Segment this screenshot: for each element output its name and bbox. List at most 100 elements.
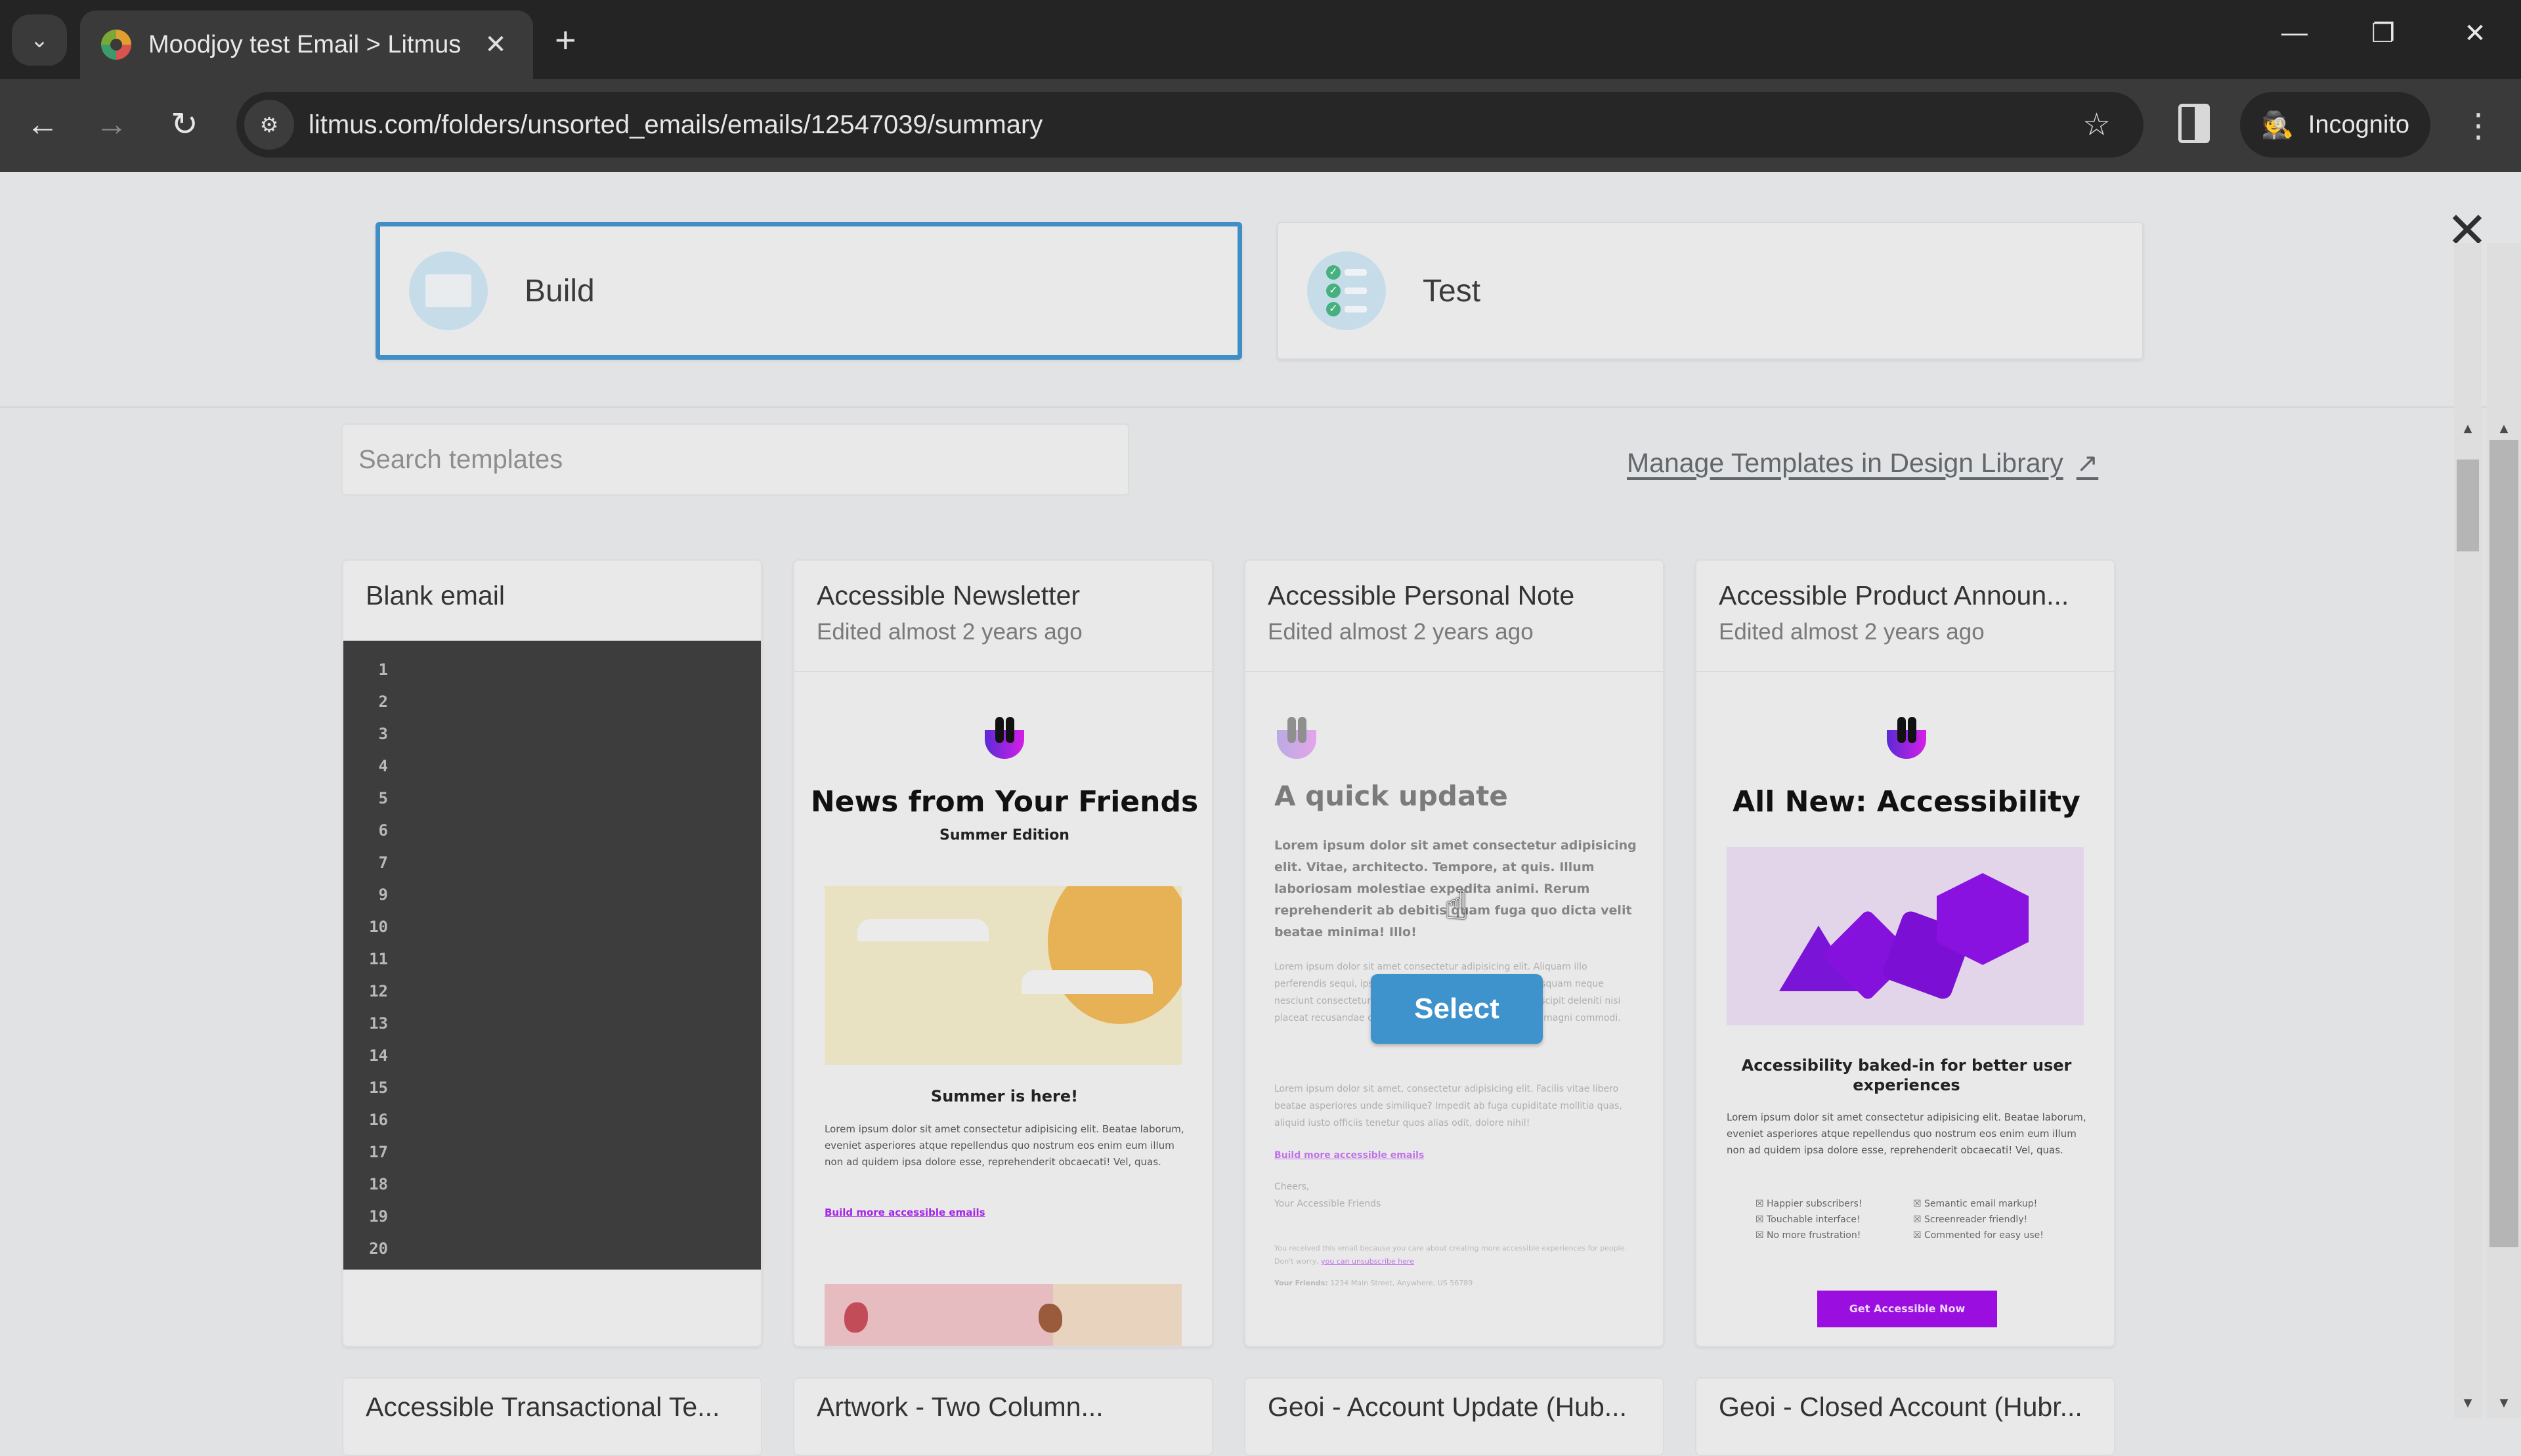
- address-label: Your Friends:: [1274, 1279, 1328, 1287]
- unsubscribe-link: you can unsubscribe here: [1321, 1257, 1415, 1266]
- scroll-down-arrow-icon[interactable]: ▼: [2487, 1394, 2521, 1411]
- line-number: 6: [378, 821, 388, 840]
- feature-item: ☒ Touchable interface!: [1756, 1214, 1861, 1225]
- address-bar[interactable]: ⚙ litmus.com/folders/unsorted_emails/ema…: [236, 92, 2144, 158]
- template-list-scrollbar[interactable]: ▲ ▼: [2454, 243, 2482, 1418]
- preview-cta-button: Get Accessible Now: [1817, 1291, 1997, 1327]
- line-number: 1: [378, 660, 388, 679]
- line-number: 7: [378, 853, 388, 872]
- preview-signoff: Cheers,: [1274, 1182, 1310, 1192]
- preview-address: Your Friends: 1234 Main Street, Anywhere…: [1274, 1275, 1473, 1291]
- line-number: 13: [369, 1014, 388, 1033]
- browser-menu-button[interactable]: ⋮: [2462, 102, 2495, 148]
- tune-icon: ⚙: [259, 113, 279, 137]
- scrollbar-thumb[interactable]: [2489, 440, 2518, 1247]
- summer-illustration: [825, 886, 1182, 1065]
- preview-body: Lorem ipsum dolor sit amet consectetur a…: [1727, 1111, 2086, 1156]
- template-card-blank-email[interactable]: Blank email 1 2 3 4 5 6 7 9 10 11 12 13 14 15 16 17 18 19…: [342, 559, 762, 1347]
- test-mode-label: Test: [1423, 273, 1481, 309]
- feature-item: ☒ Semantic email markup!: [1913, 1199, 2038, 1209]
- envelope-icon: [409, 251, 488, 330]
- forward-button[interactable]: →: [89, 105, 135, 143]
- card-title: Accessible Personal Note: [1268, 580, 1575, 610]
- arrow-right-icon: →: [95, 106, 128, 142]
- mascot-logo-icon: [985, 717, 1024, 759]
- manage-templates-link[interactable]: Manage Templates in Design Library ↗: [1627, 448, 2098, 479]
- browser-tab-active[interactable]: Moodjoy test Email > Litmus ✕: [80, 11, 533, 79]
- line-number: 18: [369, 1175, 388, 1193]
- side-panel-icon[interactable]: [2178, 104, 2210, 143]
- url-text[interactable]: litmus.com/folders/unsorted_emails/email…: [309, 110, 2082, 140]
- feature-item: ☒ No more frustration!: [1756, 1230, 1861, 1241]
- site-info-button[interactable]: ⚙: [244, 100, 294, 150]
- reload-button[interactable]: ↻: [162, 105, 207, 143]
- card-header: Accessible Product Announ... Edited almo…: [1696, 561, 2114, 672]
- feature-item: ☒ Commented for easy use!: [1913, 1230, 2044, 1241]
- template-card-accessible-product-announcement[interactable]: Accessible Product Announ... Edited almo…: [1695, 559, 2115, 1347]
- card-header: Blank email: [343, 561, 761, 641]
- card-edited-date: Edited almost 2 years ago: [817, 619, 1083, 645]
- scrollbar-thumb[interactable]: [2457, 460, 2479, 551]
- preview-link: Build more accessible emails: [1274, 1150, 1425, 1161]
- card-title: Blank email: [366, 580, 505, 610]
- tab-close-button[interactable]: ✕: [479, 30, 512, 60]
- back-button[interactable]: ←: [20, 105, 66, 143]
- search-templates-input[interactable]: [341, 423, 1129, 496]
- card-title: Accessible Product Announ...: [1719, 580, 2069, 610]
- line-number: 4: [378, 757, 388, 775]
- autumn-illustration: [825, 1284, 1182, 1346]
- new-tab-button[interactable]: +: [555, 18, 576, 61]
- line-number: 17: [369, 1143, 388, 1161]
- incognito-label: Incognito: [2308, 110, 2410, 139]
- line-number: 14: [369, 1046, 388, 1065]
- tab-search-button[interactable]: ⌄: [12, 14, 67, 66]
- template-card[interactable]: Geoi - Closed Account (Hubr...: [1695, 1377, 2115, 1456]
- line-number: 19: [369, 1207, 388, 1226]
- mascot-logo-icon: [1887, 717, 1926, 759]
- line-number: 5: [378, 789, 388, 807]
- line-number: 3: [378, 725, 388, 743]
- restore-button[interactable]: ❐: [2363, 18, 2403, 49]
- card-header: Accessible Newsletter Edited almost 2 ye…: [794, 561, 1212, 672]
- line-number: 20: [369, 1239, 388, 1258]
- line-number: 15: [369, 1079, 388, 1097]
- card-edited-date: Edited almost 2 years ago: [1268, 619, 1534, 645]
- preview-body: Lorem ipsum dolor sit amet consectetur a…: [825, 1123, 1184, 1168]
- line-number: 16: [369, 1111, 388, 1129]
- template-card-accessible-personal-note[interactable]: Accessible Personal Note Edited almost 2…: [1244, 559, 1664, 1347]
- select-template-button[interactable]: Select: [1371, 974, 1543, 1044]
- preview-body-2: Lorem ipsum dolor sit amet, consectetur …: [1274, 1084, 1622, 1128]
- template-card[interactable]: Geoi - Account Update (Hub...: [1244, 1377, 1664, 1456]
- incognito-indicator[interactable]: 🕵 Incognito: [2240, 92, 2430, 158]
- email-preview: News from Your Friends Summer Edition Su…: [794, 674, 1212, 1346]
- scroll-up-arrow-icon[interactable]: ▲: [2487, 420, 2521, 437]
- template-card[interactable]: Artwork - Two Column...: [793, 1377, 1213, 1456]
- preview-section-heading: Accessibility baked-in for better user e…: [1741, 1056, 2072, 1094]
- preview-heading: A quick update: [1274, 780, 1508, 812]
- preview-link: Build more accessible emails: [825, 1207, 985, 1218]
- bookmark-star-icon[interactable]: ☆: [2082, 106, 2111, 143]
- address-text: 1234 Main Street, Anywhere, US 56789: [1330, 1279, 1473, 1287]
- build-mode-card[interactable]: Build: [376, 222, 1242, 360]
- scroll-down-arrow-icon[interactable]: ▼: [2454, 1394, 2482, 1411]
- test-mode-card[interactable]: ✓ ✓ ✓ Test: [1277, 222, 2144, 360]
- minimize-button[interactable]: —: [2275, 18, 2314, 48]
- page-scrollbar[interactable]: ▲ ▼: [2487, 243, 2521, 1418]
- shapes-illustration: [1727, 847, 2084, 1025]
- scroll-up-arrow-icon[interactable]: ▲: [2454, 420, 2482, 437]
- card-title: Accessible Newsletter: [817, 580, 1081, 610]
- template-card-accessible-newsletter[interactable]: Accessible Newsletter Edited almost 2 ye…: [793, 559, 1213, 1347]
- build-mode-label: Build: [525, 273, 595, 309]
- manage-templates-label: Manage Templates in Design Library: [1627, 448, 2063, 478]
- external-link-icon: ↗: [2076, 448, 2099, 478]
- hand-cursor-icon: ☝: [1444, 884, 1469, 928]
- template-card[interactable]: Accessible Transactional Te...: [342, 1377, 762, 1456]
- preview-signature: Your Accessible Friends: [1274, 1199, 1381, 1209]
- arrow-left-icon: ←: [26, 106, 59, 142]
- line-number: 11: [369, 950, 388, 968]
- checklist-icon: ✓ ✓ ✓: [1307, 251, 1386, 330]
- preview-footer: You received this email because you care…: [1274, 1242, 1642, 1268]
- window-close-button[interactable]: ✕: [2455, 18, 2495, 49]
- line-number: 12: [369, 982, 388, 1000]
- tab-title: Moodjoy test Email > Litmus: [148, 30, 462, 58]
